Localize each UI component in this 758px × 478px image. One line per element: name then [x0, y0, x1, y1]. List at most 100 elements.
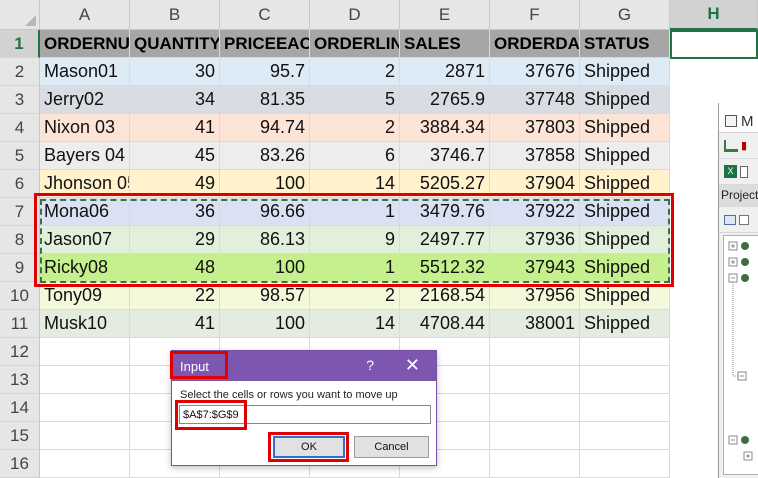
- table-cell[interactable]: Shipped: [580, 114, 670, 142]
- column-header-e[interactable]: E: [400, 0, 490, 30]
- table-cell[interactable]: 30: [130, 58, 220, 86]
- table-cell[interactable]: 41: [130, 114, 220, 142]
- vba-macro-icon[interactable]: [724, 139, 738, 152]
- table-cell[interactable]: 1: [310, 198, 400, 226]
- empty-cell[interactable]: [40, 450, 130, 478]
- table-cell[interactable]: 41: [130, 310, 220, 338]
- table-cell[interactable]: 2871: [400, 58, 490, 86]
- table-cell[interactable]: 29: [130, 226, 220, 254]
- empty-cell[interactable]: [40, 338, 130, 366]
- table-cell[interactable]: 81.35: [220, 86, 310, 114]
- row-header-5[interactable]: 5: [0, 142, 40, 170]
- table-cell[interactable]: 48: [130, 254, 220, 282]
- column-header-g[interactable]: G: [580, 0, 670, 30]
- range-input[interactable]: [179, 405, 431, 424]
- table-cell[interactable]: 14: [310, 170, 400, 198]
- table-cell[interactable]: 3479.76: [400, 198, 490, 226]
- select-all-corner[interactable]: [0, 0, 40, 30]
- excel-icon[interactable]: X: [724, 165, 737, 178]
- dialog-titlebar[interactable]: Input ? ✕: [172, 351, 436, 381]
- table-cell[interactable]: 95.7: [220, 58, 310, 86]
- table-cell[interactable]: 38001: [490, 310, 580, 338]
- table-cell[interactable]: 98.57: [220, 282, 310, 310]
- row-header-12[interactable]: 12: [0, 338, 40, 366]
- empty-cell[interactable]: [580, 422, 670, 450]
- view-code-icon[interactable]: [724, 214, 736, 225]
- row-header-9[interactable]: 9: [0, 254, 40, 282]
- table-cell[interactable]: Jason07: [40, 226, 130, 254]
- table-cell[interactable]: 37803: [490, 114, 580, 142]
- header-cell[interactable]: QUANTITYORDERED: [130, 30, 220, 58]
- empty-cell[interactable]: [580, 366, 670, 394]
- table-cell[interactable]: Musk10: [40, 310, 130, 338]
- active-cell-h1[interactable]: [670, 30, 758, 59]
- row-header-4[interactable]: 4: [0, 114, 40, 142]
- empty-cell[interactable]: [490, 366, 580, 394]
- header-cell[interactable]: STATUS: [580, 30, 670, 58]
- table-cell[interactable]: 100: [220, 254, 310, 282]
- empty-cell[interactable]: [40, 422, 130, 450]
- table-cell[interactable]: 37956: [490, 282, 580, 310]
- table-cell[interactable]: 9: [310, 226, 400, 254]
- vba-menu-glyph[interactable]: ▮: [741, 139, 747, 152]
- table-cell[interactable]: Jhonson 05: [40, 170, 130, 198]
- table-cell[interactable]: Shipped: [580, 142, 670, 170]
- column-header-a[interactable]: A: [40, 0, 130, 30]
- table-cell[interactable]: Ricky08: [40, 254, 130, 282]
- row-header-13[interactable]: 13: [0, 366, 40, 394]
- table-cell[interactable]: Shipped: [580, 170, 670, 198]
- help-icon[interactable]: ?: [366, 357, 374, 373]
- table-cell[interactable]: Tony09: [40, 282, 130, 310]
- table-cell[interactable]: Shipped: [580, 58, 670, 86]
- ok-button[interactable]: OK: [273, 436, 345, 458]
- table-cell[interactable]: 2497.77: [400, 226, 490, 254]
- table-cell[interactable]: 49: [130, 170, 220, 198]
- table-cell[interactable]: Jerry02: [40, 86, 130, 114]
- empty-cell[interactable]: [490, 338, 580, 366]
- table-cell[interactable]: Mona06: [40, 198, 130, 226]
- column-header-d[interactable]: D: [310, 0, 400, 30]
- table-cell[interactable]: 2765.9: [400, 86, 490, 114]
- empty-cell[interactable]: [490, 394, 580, 422]
- project-tree[interactable]: [723, 235, 758, 475]
- table-cell[interactable]: Shipped: [580, 226, 670, 254]
- column-header-f[interactable]: F: [490, 0, 580, 30]
- table-cell[interactable]: 96.66: [220, 198, 310, 226]
- header-cell[interactable]: SALES: [400, 30, 490, 58]
- table-cell[interactable]: 94.74: [220, 114, 310, 142]
- table-cell[interactable]: 1: [310, 254, 400, 282]
- column-header-h[interactable]: H: [670, 0, 758, 30]
- cancel-button[interactable]: Cancel: [354, 436, 429, 458]
- header-cell[interactable]: ORDERDATE: [490, 30, 580, 58]
- row-header-10[interactable]: 10: [0, 282, 40, 310]
- row-header-2[interactable]: 2: [0, 58, 40, 86]
- table-cell[interactable]: Shipped: [580, 86, 670, 114]
- row-header-11[interactable]: 11: [0, 310, 40, 338]
- table-cell[interactable]: 37904: [490, 170, 580, 198]
- empty-cell[interactable]: [490, 450, 580, 478]
- view-object-icon[interactable]: [739, 214, 749, 225]
- table-cell[interactable]: 5: [310, 86, 400, 114]
- table-cell[interactable]: Shipped: [580, 254, 670, 282]
- table-cell[interactable]: 2: [310, 58, 400, 86]
- table-cell[interactable]: 37748: [490, 86, 580, 114]
- table-cell[interactable]: 100: [220, 310, 310, 338]
- row-header-7[interactable]: 7: [0, 198, 40, 226]
- empty-cell[interactable]: [580, 394, 670, 422]
- header-cell[interactable]: ORDERNUMBER: [40, 30, 130, 58]
- table-cell[interactable]: Bayers 04: [40, 142, 130, 170]
- table-cell[interactable]: 22: [130, 282, 220, 310]
- header-cell[interactable]: ORDERLINENUMBER: [310, 30, 400, 58]
- table-cell[interactable]: 5512.32: [400, 254, 490, 282]
- table-cell[interactable]: 37858: [490, 142, 580, 170]
- row-header-15[interactable]: 15: [0, 422, 40, 450]
- column-header-b[interactable]: B: [130, 0, 220, 30]
- table-cell[interactable]: 45: [130, 142, 220, 170]
- table-cell[interactable]: 83.26: [220, 142, 310, 170]
- table-cell[interactable]: 2: [310, 282, 400, 310]
- table-cell[interactable]: Nixon 03: [40, 114, 130, 142]
- table-cell[interactable]: 100: [220, 170, 310, 198]
- table-cell[interactable]: 37922: [490, 198, 580, 226]
- row-header-1[interactable]: 1: [0, 30, 40, 58]
- table-cell[interactable]: 2168.54: [400, 282, 490, 310]
